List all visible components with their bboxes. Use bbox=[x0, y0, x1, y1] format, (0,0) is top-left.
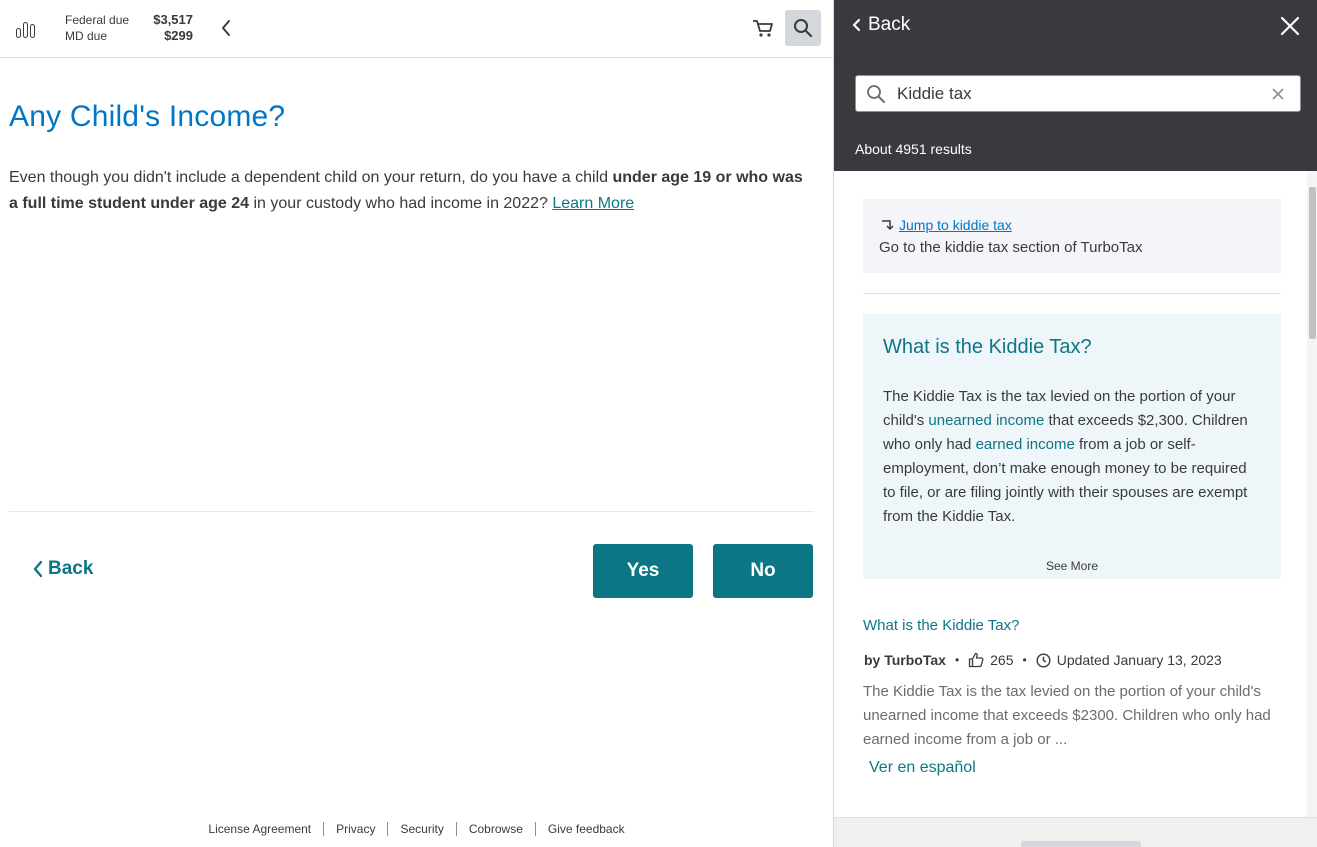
question-text: Even though you didn't include a depende… bbox=[9, 165, 809, 217]
earned-income-link[interactable]: earned income bbox=[976, 436, 1075, 453]
featured-title: What is the Kiddie Tax? bbox=[883, 336, 1092, 358]
clock-icon bbox=[1036, 652, 1051, 668]
featured-answer: What is the Kiddie Tax? The Kiddie Tax i… bbox=[863, 314, 1281, 579]
main-pane: Federal due $3,517 MD due $299 Any Child… bbox=[0, 0, 833, 847]
jump-card: Jump to kiddie tax Go to the kiddie tax … bbox=[863, 199, 1281, 273]
result-likes: 265 bbox=[990, 652, 1014, 668]
help-search-box bbox=[855, 75, 1301, 112]
federal-due-label: Federal due bbox=[65, 13, 130, 27]
results-count: About 4951 results bbox=[855, 141, 972, 157]
result-meta: by TurboTax • 265 • Updated January 13, … bbox=[864, 652, 1222, 668]
divider bbox=[9, 511, 814, 512]
back-button-label: Back bbox=[48, 558, 94, 579]
see-more-button[interactable]: See More bbox=[863, 559, 1281, 573]
close-icon[interactable] bbox=[1278, 14, 1302, 38]
tax-due-summary[interactable]: Federal due $3,517 MD due $299 bbox=[65, 12, 193, 44]
result-updated: Updated January 13, 2023 bbox=[1056, 652, 1222, 668]
jump-link-label: Jump to kiddie tax bbox=[899, 217, 1012, 233]
search-icon bbox=[794, 19, 813, 38]
divider bbox=[863, 293, 1281, 294]
footer-link-privacy[interactable]: Privacy bbox=[324, 822, 389, 836]
jump-link[interactable]: Jump to kiddie tax bbox=[881, 217, 1012, 233]
search-icon bbox=[867, 85, 885, 103]
footer-link-security[interactable]: Security bbox=[388, 822, 457, 836]
footer-links: License Agreement Privacy Security Cobro… bbox=[0, 822, 833, 836]
help-back-label: Back bbox=[868, 14, 911, 35]
footer-tab[interactable] bbox=[1021, 841, 1141, 847]
jump-arrow-icon bbox=[882, 220, 894, 231]
help-back-button[interactable]: Back bbox=[852, 14, 910, 36]
result-snippet: The Kiddie Tax is the tax levied on the … bbox=[863, 683, 1271, 748]
unearned-income-link[interactable]: unearned income bbox=[928, 412, 1044, 429]
spanish-link[interactable]: Ver en español bbox=[869, 759, 976, 777]
footer-link-cobrowse[interactable]: Cobrowse bbox=[457, 822, 536, 836]
footer-link-feedback[interactable]: Give feedback bbox=[536, 822, 637, 836]
jump-description: Go to the kiddie tax section of TurboTax bbox=[879, 239, 1143, 256]
chevron-left-icon[interactable] bbox=[217, 16, 237, 40]
top-bar: Federal due $3,517 MD due $299 bbox=[0, 0, 833, 58]
chevron-left-icon bbox=[33, 560, 43, 578]
separator-dot: • bbox=[1022, 653, 1027, 667]
thumbs-up-icon[interactable] bbox=[968, 652, 984, 668]
help-panel-header: Back About 4951 results bbox=[834, 0, 1317, 171]
chevron-left-icon bbox=[852, 18, 861, 32]
scrollbar-thumb[interactable] bbox=[1309, 187, 1316, 339]
result-title-link[interactable]: What is the Kiddie Tax? bbox=[863, 617, 1019, 634]
featured-text: The Kiddie Tax is the tax levied on the … bbox=[883, 385, 1263, 529]
help-panel: Back About 4951 results Jump to kiddie t… bbox=[833, 0, 1317, 847]
help-panel-footer bbox=[834, 817, 1317, 847]
state-due-amount: $299 bbox=[164, 28, 193, 43]
separator-dot: • bbox=[954, 653, 960, 667]
bar-chart-icon[interactable] bbox=[16, 18, 38, 38]
help-search-input[interactable] bbox=[897, 82, 1257, 106]
back-button[interactable]: Back bbox=[32, 558, 93, 580]
footer-link-license[interactable]: License Agreement bbox=[196, 822, 325, 836]
question-text-part: in your custody who had income in 2022? bbox=[249, 195, 553, 212]
no-button[interactable]: No bbox=[713, 544, 813, 598]
question-text-part: Even though you didn't include a depende… bbox=[9, 169, 613, 186]
page-title: Any Child's Income? bbox=[9, 100, 286, 133]
federal-due-amount: $3,517 bbox=[153, 12, 193, 27]
cart-icon[interactable] bbox=[750, 16, 776, 40]
yes-button[interactable]: Yes bbox=[593, 544, 693, 598]
search-button[interactable] bbox=[785, 10, 821, 46]
help-results: Jump to kiddie tax Go to the kiddie tax … bbox=[834, 171, 1317, 817]
clear-search-icon[interactable] bbox=[1270, 86, 1286, 102]
learn-more-link[interactable]: Learn More bbox=[552, 195, 634, 212]
state-due-label: MD due bbox=[65, 29, 108, 43]
result-author: by TurboTax bbox=[864, 652, 946, 668]
